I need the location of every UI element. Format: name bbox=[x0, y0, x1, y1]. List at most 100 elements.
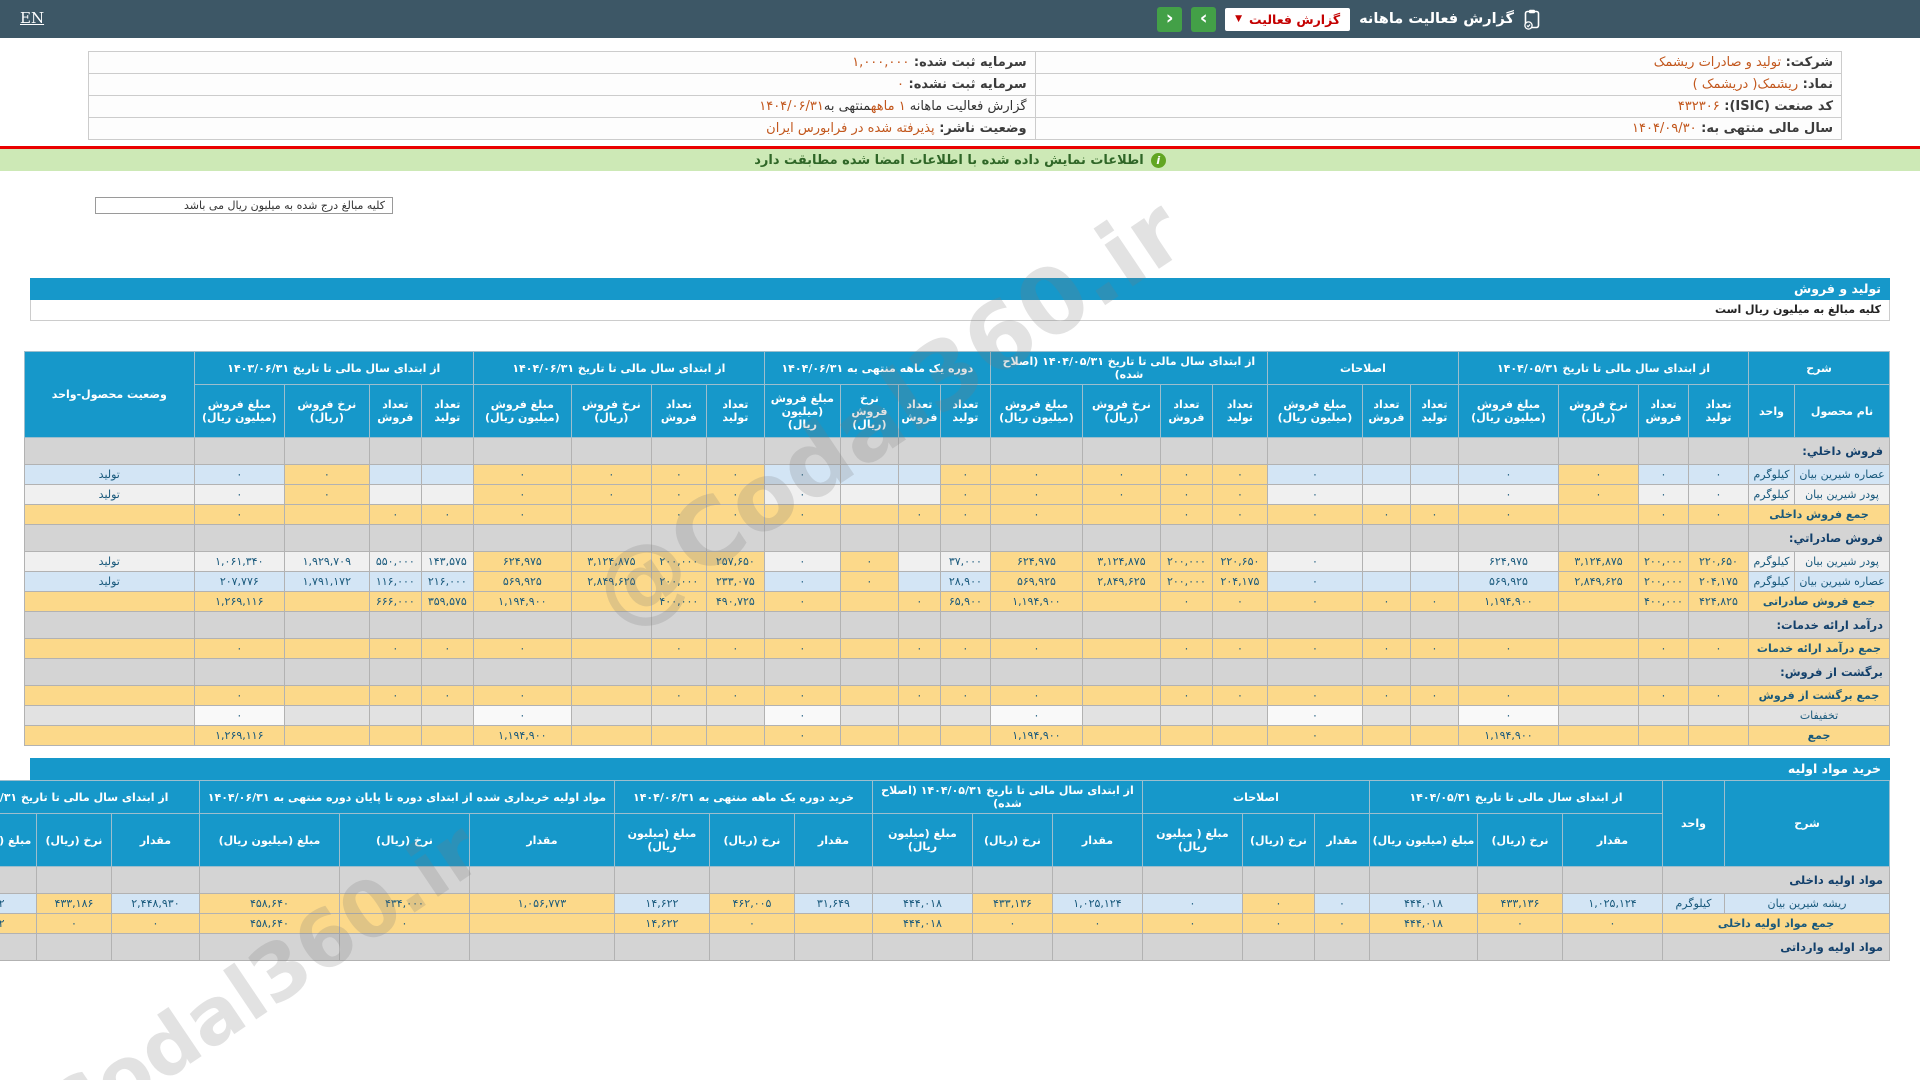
cell: ۰ bbox=[1639, 485, 1689, 505]
product-name: پودر شیرین بیان bbox=[1795, 552, 1890, 572]
info-icon: i bbox=[1151, 153, 1166, 168]
cell bbox=[1267, 659, 1362, 686]
cell bbox=[764, 612, 840, 639]
column-header: مقدار bbox=[469, 814, 614, 867]
cell bbox=[1267, 612, 1362, 639]
info-cell: کد صنعت (ISIC): ۴۳۲۳۰۶ bbox=[1035, 96, 1841, 118]
cell bbox=[990, 612, 1082, 639]
column-header: تعداد تولید bbox=[421, 385, 473, 438]
cell: ۰ bbox=[1689, 686, 1749, 706]
cell: ۱,۲۶۹,۱۱۶ bbox=[194, 592, 284, 612]
raw-materials-table-wrap: شرحواحداز ابتدای سال مالی تا تاریخ ۱۴۰۴/… bbox=[30, 780, 1890, 961]
column-header: مبلغ فروش (میلیون ریال) bbox=[990, 385, 1082, 438]
column-header: مقدار bbox=[1314, 814, 1369, 867]
column-header: واحد bbox=[1749, 385, 1795, 438]
report-type-dropdown[interactable]: گزارش فعالیت ▼ bbox=[1225, 8, 1350, 31]
cell: ۰ bbox=[1267, 552, 1362, 572]
info-row: کد صنعت (ISIC): ۴۳۲۳۰۶گزارش فعالیت ماهان… bbox=[89, 96, 1842, 118]
info-value: ۱ ماهه bbox=[871, 99, 906, 114]
cell: ۴۴۴,۰۱۸ bbox=[1369, 914, 1477, 934]
cell bbox=[1410, 552, 1458, 572]
cell: ۵۶۹,۹۲۵ bbox=[473, 572, 571, 592]
language-toggle-en[interactable]: EN bbox=[20, 9, 44, 27]
cell: ۲۰۴,۱۷۵ bbox=[1689, 572, 1749, 592]
cell: ۲۰۰,۰۰۰ bbox=[651, 552, 706, 572]
cell: ۰ bbox=[1267, 505, 1362, 525]
cell bbox=[706, 659, 764, 686]
product-name: ریشه شیرین بیان bbox=[1725, 894, 1890, 914]
cell bbox=[1410, 706, 1458, 726]
cell bbox=[1639, 438, 1689, 465]
cell bbox=[651, 659, 706, 686]
cell bbox=[473, 612, 571, 639]
next-report-button[interactable]: › bbox=[1191, 7, 1216, 32]
cell bbox=[898, 659, 940, 686]
cell bbox=[940, 525, 990, 552]
info-label: سرمایه ثبت نشده: bbox=[904, 77, 1027, 92]
cell bbox=[1369, 867, 1477, 894]
cell: ۰ bbox=[940, 465, 990, 485]
column-header: مبلغ (میلیون ریال) bbox=[614, 814, 709, 867]
info-value: تولید و صادرات ریشمک bbox=[1654, 55, 1781, 70]
cell: ۰ bbox=[284, 465, 369, 485]
cell bbox=[1689, 612, 1749, 639]
cell: ۱۴,۶۲۲ bbox=[614, 894, 709, 914]
info-cell: سال مالی منتهی به: ۱۴۰۴/۰۹/۳۰ bbox=[1035, 118, 1841, 140]
cell: ۴۴۴,۰۱۸ bbox=[872, 894, 972, 914]
status-cell: تولید bbox=[24, 485, 194, 505]
cell bbox=[1362, 572, 1410, 592]
column-header: نرخ (ریال) bbox=[1242, 814, 1314, 867]
cell bbox=[898, 525, 940, 552]
info-label: وضعیت ناشر: bbox=[935, 121, 1027, 136]
cell bbox=[36, 867, 111, 894]
cell: ۰ bbox=[284, 485, 369, 505]
cell: ۰ bbox=[194, 505, 284, 525]
cell bbox=[1559, 525, 1639, 552]
cell: ۰ bbox=[194, 485, 284, 505]
cell: ۰ bbox=[1082, 485, 1160, 505]
cell bbox=[1410, 485, 1458, 505]
row-label: جمع فروش صادراتی bbox=[1749, 592, 1890, 612]
cell: ۰ bbox=[990, 639, 1082, 659]
cell bbox=[421, 485, 473, 505]
cell: ۰ bbox=[1160, 639, 1212, 659]
cell: ۵۵۰,۰۰۰ bbox=[369, 552, 421, 572]
cell: ۰ bbox=[764, 505, 840, 525]
cell: ۴۳۳,۱۸۶ bbox=[36, 894, 111, 914]
column-header: مبلغ فروش (میلیون ریال) bbox=[1458, 385, 1558, 438]
cell: ۱,۰۶۰,۸۴۲ bbox=[0, 914, 36, 934]
column-header: نرخ (ریال) bbox=[36, 814, 111, 867]
cell: ۰ bbox=[473, 505, 571, 525]
section-row: فروش داخلي: bbox=[24, 438, 1889, 465]
cell bbox=[1362, 465, 1410, 485]
cell: ۲۱۶,۰۰۰ bbox=[421, 572, 473, 592]
table-row: جمع مواد اولیه داخلی۰۰۴۴۴,۰۱۸۰۰۰۰۰۴۴۴,۰۱… bbox=[0, 914, 1890, 934]
info-row: سال مالی منتهی به: ۱۴۰۴/۰۹/۳۰ وضعیت ناشر:… bbox=[89, 118, 1842, 140]
cell bbox=[473, 659, 571, 686]
cell: ۱,۱۹۴,۹۰۰ bbox=[990, 726, 1082, 746]
cell: ۰ bbox=[1142, 894, 1242, 914]
cell: ۰ bbox=[194, 465, 284, 485]
section-label: مواد اولیه داخلی bbox=[1663, 867, 1890, 894]
cell: ۰ bbox=[1142, 914, 1242, 934]
column-header: مبلغ (میلیون ریال) bbox=[0, 814, 36, 867]
column-header: تعداد فروش bbox=[1362, 385, 1410, 438]
cell bbox=[571, 592, 651, 612]
previous-report-button[interactable]: ‹ bbox=[1157, 7, 1182, 32]
cell: ۱,۰۶۱,۳۴۰ bbox=[194, 552, 284, 572]
cell: ۰ bbox=[1314, 894, 1369, 914]
cell: ۱,۰۲۵,۱۲۴ bbox=[1563, 894, 1663, 914]
cell bbox=[840, 592, 898, 612]
column-header: تعداد تولید bbox=[706, 385, 764, 438]
column-header: تعداد فروش bbox=[898, 385, 940, 438]
info-cell: گزارش فعالیت ماهانه ۱ ماههمنتهی به۱۴۰۴/۰… bbox=[89, 96, 1036, 118]
cell: ۲,۸۴۹,۶۲۵ bbox=[1559, 572, 1639, 592]
cell bbox=[1052, 934, 1142, 961]
cell: ۵۶۹,۹۲۵ bbox=[990, 572, 1082, 592]
cell: ۲,۴۴۸,۹۳۰ bbox=[111, 894, 199, 914]
cell bbox=[1563, 867, 1663, 894]
cell bbox=[840, 612, 898, 639]
column-group-header: واحد bbox=[1663, 781, 1725, 867]
cell bbox=[794, 914, 872, 934]
column-header: مبلغ فروش (میلیون ریال) bbox=[764, 385, 840, 438]
